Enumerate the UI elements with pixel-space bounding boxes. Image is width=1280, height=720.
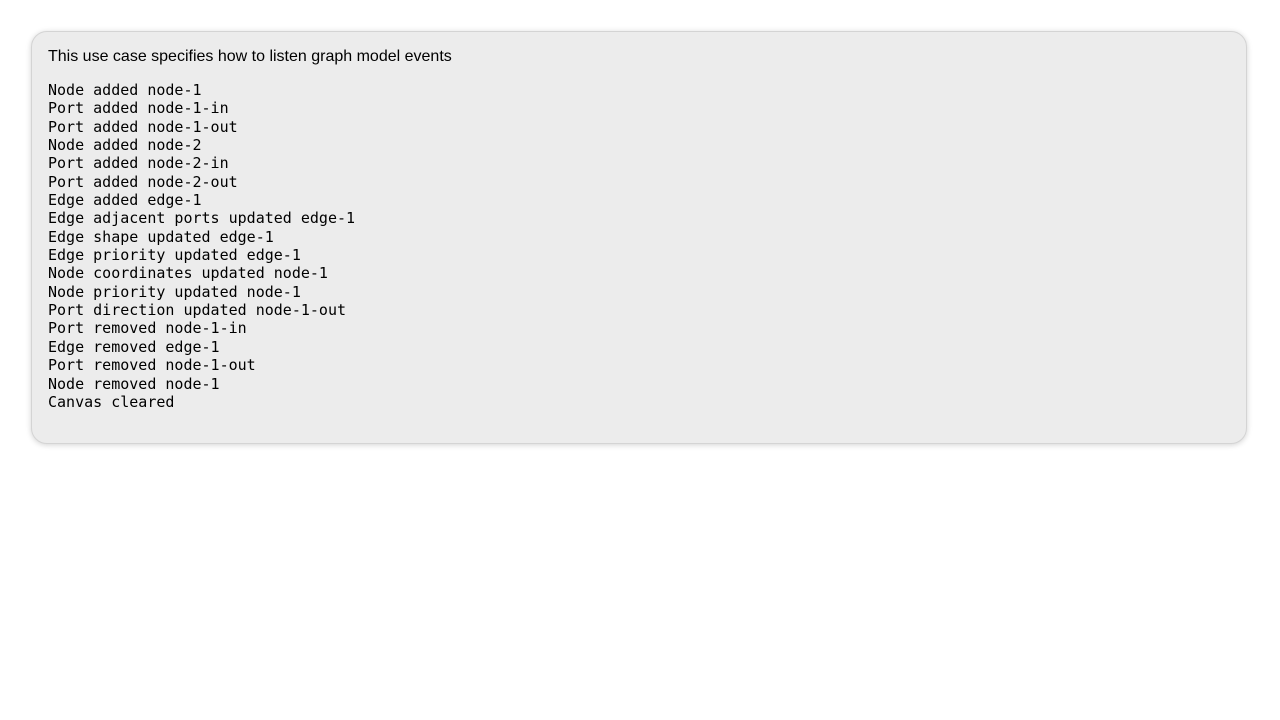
event-log-line: Port added node-1-out — [48, 117, 238, 136]
event-log: Node added node-1 Port added node-1-in P… — [48, 81, 1230, 411]
event-log-line: Edge shape updated edge-1 — [48, 227, 274, 246]
event-log-line: Port added node-2-out — [48, 172, 238, 191]
event-log-line: Node added node-2 — [48, 136, 202, 155]
event-log-line: Node added node-1 — [48, 81, 202, 99]
event-log-line: Edge added edge-1 — [48, 191, 202, 210]
event-log-line: Edge removed edge-1 — [48, 337, 220, 356]
event-log-line: Node removed node-1 — [48, 374, 220, 393]
event-log-line: Edge priority updated edge-1 — [48, 246, 301, 265]
event-log-line: Port removed node-1-in — [48, 319, 247, 338]
event-log-line: Node priority updated node-1 — [48, 282, 301, 301]
use-case-panel: This use case specifies how to listen gr… — [31, 31, 1247, 444]
event-log-line: Port direction updated node-1-out — [48, 301, 347, 320]
event-log-line: Port added node-2-in — [48, 154, 229, 173]
event-log-line: Port added node-1-in — [48, 99, 229, 118]
event-log-line: Port removed node-1-out — [48, 356, 256, 375]
event-log-line: Canvas cleared — [48, 392, 175, 411]
event-log-line: Edge adjacent ports updated edge-1 — [48, 209, 356, 228]
event-log-line: Node coordinates updated node-1 — [48, 264, 328, 283]
use-case-description: This use case specifies how to listen gr… — [48, 48, 452, 65]
